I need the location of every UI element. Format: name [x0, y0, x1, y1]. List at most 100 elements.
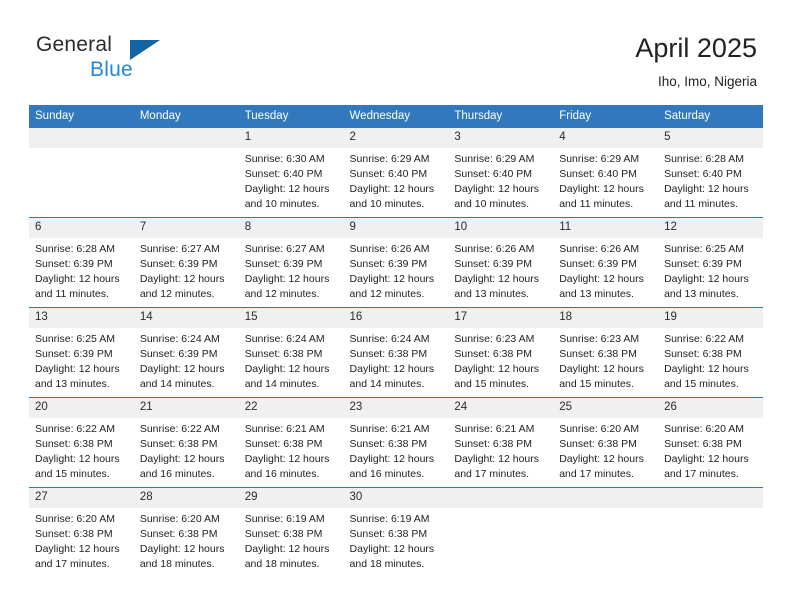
- daylight-text-line2: and 18 minutes.: [244, 558, 320, 570]
- daylight-text-line2: and 12 minutes.: [349, 288, 425, 300]
- daylight-text-line1: Daylight: 12 hours: [349, 183, 435, 195]
- calendar-day-cell[interactable]: 15 Sunrise: 6:24 AM Sunset: 6:38 PM Dayligh…: [238, 307, 344, 398]
- day-details: Sunrise: 6:23 AM Sunset: 6:38 PM Daylight:…: [553, 328, 658, 392]
- calendar-day-cell[interactable]: 9 Sunrise: 6:26 AM Sunset: 6:39 PM Daylight…: [343, 217, 449, 308]
- calendar-day-cell[interactable]: 16 Sunrise: 6:24 AM Sunset: 6:38 PM Dayligh…: [343, 307, 449, 398]
- daylight-text-line1: Daylight: 12 hours: [559, 273, 644, 285]
- calendar-day-cell[interactable]: 6 Sunrise: 6:28 AM Sunset: 6:39 PM Daylight…: [29, 217, 134, 308]
- calendar-day-cell[interactable]: 12 Sunrise: 6:25 AM Sunset: 6:39 PM Dayligh…: [658, 217, 763, 308]
- calendar-day-cell[interactable]: 21 Sunrise: 6:22 AM Sunset: 6:38 PM Dayligh…: [133, 397, 239, 488]
- day-details: Sunrise: 6:25 AM Sunset: 6:39 PM Daylight:…: [29, 328, 134, 392]
- daylight-text-line2: and 14 minutes.: [349, 378, 425, 390]
- sunrise-text: Sunrise: 6:28 AM: [35, 243, 115, 255]
- daylight-text-line2: and 11 minutes.: [35, 288, 109, 300]
- sunrise-text: Sunrise: 6:22 AM: [35, 423, 115, 435]
- calendar-day-cell[interactable]: 27 Sunrise: 6:20 AM Sunset: 6:38 PM Dayligh…: [29, 487, 134, 577]
- sunset-text: Sunset: 6:39 PM: [349, 258, 428, 270]
- day-number: 14: [133, 308, 239, 328]
- day-details: Sunrise: 6:21 AM Sunset: 6:38 PM Daylight:…: [448, 418, 553, 482]
- daylight-text-line1: Daylight: 12 hours: [244, 453, 330, 465]
- calendar-day-cell[interactable]: 11 Sunrise: 6:26 AM Sunset: 6:39 PM Dayligh…: [553, 217, 659, 308]
- general-blue-logo[interactable]: General Blue: [36, 33, 276, 89]
- logo-text-blue: Blue: [90, 58, 133, 81]
- calendar-day-cell[interactable]: 2 Sunrise: 6:29 AM Sunset: 6:40 PM Daylight…: [343, 127, 449, 218]
- calendar-week-row: 1 Sunrise: 6:30 AM Sunset: 6:40 PM Daylight…: [29, 127, 763, 218]
- calendar-day-cell[interactable]: 17 Sunrise: 6:23 AM Sunset: 6:38 PM Dayligh…: [448, 307, 554, 398]
- daylight-text-line1: Daylight: 12 hours: [349, 453, 435, 465]
- calendar-day-cell[interactable]: 1 Sunrise: 6:30 AM Sunset: 6:40 PM Daylight…: [238, 127, 344, 218]
- day-number: 4: [553, 128, 659, 148]
- day-details: Sunrise: 6:26 AM Sunset: 6:39 PM Daylight:…: [448, 238, 553, 302]
- daylight-text-line2: and 10 minutes.: [349, 198, 425, 210]
- sunset-text: Sunset: 6:39 PM: [35, 348, 113, 360]
- day-details: [448, 508, 553, 512]
- calendar-day-cell[interactable]: 10 Sunrise: 6:26 AM Sunset: 6:39 PM Dayligh…: [448, 217, 554, 308]
- day-details: Sunrise: 6:29 AM Sunset: 6:40 PM Daylight:…: [448, 148, 553, 212]
- sunset-text: Sunset: 6:38 PM: [244, 528, 323, 540]
- daylight-text-line2: and 10 minutes.: [454, 198, 530, 210]
- calendar-day-cell-empty: [448, 487, 554, 577]
- sunset-text: Sunset: 6:38 PM: [244, 438, 323, 450]
- calendar-day-cell[interactable]: 19 Sunrise: 6:22 AM Sunset: 6:38 PM Dayligh…: [658, 307, 763, 398]
- calendar-day-cell[interactable]: 23 Sunrise: 6:21 AM Sunset: 6:38 PM Dayligh…: [343, 397, 449, 488]
- sunset-text: Sunset: 6:39 PM: [664, 258, 742, 270]
- weekday-header-tuesday: Tuesday: [238, 105, 344, 128]
- sunset-text: Sunset: 6:40 PM: [559, 168, 637, 180]
- calendar-day-cell-empty: [553, 487, 659, 577]
- calendar-week-row: 6 Sunrise: 6:28 AM Sunset: 6:39 PM Daylight…: [29, 217, 763, 308]
- day-details: Sunrise: 6:24 AM Sunset: 6:38 PM Daylight:…: [344, 328, 449, 392]
- sunrise-text: Sunrise: 6:20 AM: [35, 513, 115, 525]
- sunrise-text: Sunrise: 6:29 AM: [349, 153, 430, 165]
- sunrise-text: Sunrise: 6:21 AM: [244, 423, 325, 435]
- calendar-day-cell[interactable]: 28 Sunrise: 6:20 AM Sunset: 6:38 PM Dayligh…: [133, 487, 239, 577]
- daylight-text-line2: and 11 minutes.: [559, 198, 634, 210]
- page-header: General Blue April 2025 Iho, Imo, Nigeri…: [0, 0, 792, 100]
- daylight-text-line2: and 16 minutes.: [139, 468, 215, 480]
- calendar-day-cell[interactable]: 14 Sunrise: 6:24 AM Sunset: 6:39 PM Dayligh…: [133, 307, 239, 398]
- day-details: Sunrise: 6:20 AM Sunset: 6:38 PM Daylight:…: [134, 508, 239, 572]
- calendar-day-cell[interactable]: 18 Sunrise: 6:23 AM Sunset: 6:38 PM Dayligh…: [553, 307, 659, 398]
- calendar-week-row: 27 Sunrise: 6:20 AM Sunset: 6:38 PM Dayligh…: [29, 487, 763, 577]
- day-details: Sunrise: 6:29 AM Sunset: 6:40 PM Daylight:…: [553, 148, 658, 212]
- sunset-text: Sunset: 6:39 PM: [139, 258, 218, 270]
- calendar-day-cell[interactable]: 29 Sunrise: 6:19 AM Sunset: 6:38 PM Dayligh…: [238, 487, 344, 577]
- calendar-day-cell[interactable]: 24 Sunrise: 6:21 AM Sunset: 6:38 PM Dayligh…: [448, 397, 554, 488]
- calendar-day-cell[interactable]: 3 Sunrise: 6:29 AM Sunset: 6:40 PM Daylight…: [448, 127, 554, 218]
- sunset-text: Sunset: 6:39 PM: [139, 348, 218, 360]
- calendar-day-cell[interactable]: 20 Sunrise: 6:22 AM Sunset: 6:38 PM Dayligh…: [29, 397, 134, 488]
- calendar-day-cell[interactable]: 5 Sunrise: 6:28 AM Sunset: 6:40 PM Daylight…: [658, 127, 763, 218]
- daylight-text-line1: Daylight: 12 hours: [35, 453, 120, 465]
- day-number: 11: [553, 218, 659, 238]
- daylight-text-line2: and 13 minutes.: [35, 378, 110, 390]
- calendar-day-cell[interactable]: 8 Sunrise: 6:27 AM Sunset: 6:39 PM Daylight…: [238, 217, 344, 308]
- sunrise-text: Sunrise: 6:20 AM: [559, 423, 640, 435]
- daylight-text-line1: Daylight: 12 hours: [139, 363, 225, 375]
- day-number: 8: [238, 218, 344, 238]
- weekday-header-monday: Monday: [133, 105, 239, 128]
- calendar-day-cell[interactable]: 22 Sunrise: 6:21 AM Sunset: 6:38 PM Dayligh…: [238, 397, 344, 488]
- day-number: 6: [29, 218, 134, 238]
- calendar-day-cell[interactable]: 4 Sunrise: 6:29 AM Sunset: 6:40 PM Daylight…: [553, 127, 659, 218]
- daylight-text-line1: Daylight: 12 hours: [664, 183, 749, 195]
- day-details: Sunrise: 6:28 AM Sunset: 6:39 PM Daylight:…: [29, 238, 134, 302]
- day-number: [133, 128, 239, 148]
- day-details: Sunrise: 6:27 AM Sunset: 6:39 PM Daylight:…: [134, 238, 239, 302]
- daylight-text-line2: and 17 minutes.: [35, 558, 110, 570]
- day-number: 3: [448, 128, 554, 148]
- calendar-day-cell[interactable]: 25 Sunrise: 6:20 AM Sunset: 6:38 PM Dayligh…: [553, 397, 659, 488]
- day-details: [29, 148, 134, 152]
- sunset-text: Sunset: 6:39 PM: [454, 258, 533, 270]
- day-details: Sunrise: 6:28 AM Sunset: 6:40 PM Daylight:…: [658, 148, 763, 212]
- weekday-header-sunday: Sunday: [29, 105, 134, 128]
- calendar-day-cell[interactable]: 13 Sunrise: 6:25 AM Sunset: 6:39 PM Dayligh…: [29, 307, 134, 398]
- sunset-text: Sunset: 6:39 PM: [244, 258, 323, 270]
- day-details: Sunrise: 6:19 AM Sunset: 6:38 PM Daylight:…: [239, 508, 344, 572]
- sunrise-text: Sunrise: 6:22 AM: [664, 333, 745, 345]
- daylight-text-line2: and 13 minutes.: [559, 288, 634, 300]
- daylight-text-line2: and 15 minutes.: [454, 378, 530, 390]
- calendar-day-cell[interactable]: 30 Sunrise: 6:19 AM Sunset: 6:38 PM Dayligh…: [343, 487, 449, 577]
- calendar-day-cell[interactable]: 26 Sunrise: 6:20 AM Sunset: 6:38 PM Dayligh…: [658, 397, 763, 488]
- sunrise-text: Sunrise: 6:27 AM: [244, 243, 325, 255]
- daylight-text-line1: Daylight: 12 hours: [349, 273, 435, 285]
- calendar-day-cell[interactable]: 7 Sunrise: 6:27 AM Sunset: 6:39 PM Daylight…: [133, 217, 239, 308]
